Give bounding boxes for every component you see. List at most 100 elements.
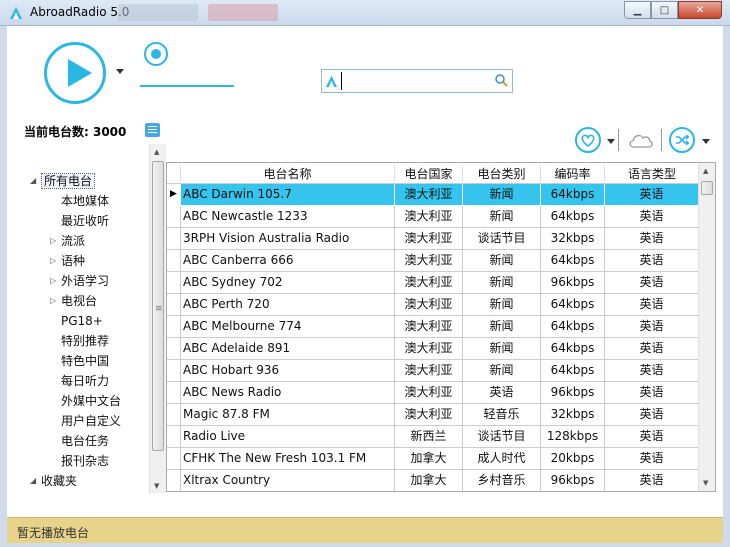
volume-slider[interactable]: [140, 85, 234, 87]
cell-station-name: ABC Newcastle 1233: [181, 206, 395, 228]
tree-item[interactable]: 特别推荐: [61, 332, 109, 352]
cell-country: 澳大利亚: [395, 382, 463, 404]
favorite-dropdown[interactable]: [607, 139, 615, 144]
tree-item[interactable]: ◢ 收藏夹: [30, 472, 77, 492]
table-row[interactable]: Magic 87.8 FM 澳大利亚 轻音乐 32kbps 英语: [167, 404, 699, 426]
tree-item[interactable]: 本地媒体: [61, 192, 109, 212]
expander-icon[interactable]: ◢: [30, 172, 36, 190]
cell-category: 成人时代: [463, 448, 541, 470]
tree-item[interactable]: 外媒中文台: [61, 392, 121, 412]
cell-bitrate: 96kbps: [541, 382, 605, 404]
row-indicator: [167, 404, 181, 426]
tree-item[interactable]: ▷ 流派: [50, 232, 85, 252]
list-view-icon[interactable]: [145, 123, 160, 137]
tree-item[interactable]: 电台任务: [61, 432, 109, 452]
table-row[interactable]: ABC Perth 720 澳大利亚 新闻 64kbps 英语: [167, 294, 699, 316]
column-header-category[interactable]: 电台类别: [463, 165, 541, 182]
cell-language: 英语: [605, 206, 699, 228]
table-scrollbar[interactable]: ▲ ▼: [698, 163, 715, 491]
tree-item[interactable]: ▷ 语种: [50, 252, 85, 272]
heart-icon: [581, 134, 595, 147]
cell-bitrate: 64kbps: [541, 184, 605, 206]
cell-language: 英语: [605, 448, 699, 470]
tree-item-label: 每日听力: [61, 374, 110, 388]
tree-item[interactable]: 每日听力: [61, 372, 109, 392]
tree-item[interactable]: PG18+: [61, 312, 103, 332]
tree-item-label: 外语学习: [61, 274, 110, 288]
expander-icon[interactable]: ◢: [30, 472, 36, 490]
scrollbar-thumb[interactable]: [701, 181, 713, 195]
search-box[interactable]: [321, 69, 513, 93]
tree-item-label: 电视台: [61, 294, 98, 308]
tree-item[interactable]: ▷ 外语学习: [50, 272, 110, 292]
cell-station-name: ABC Sydney 702: [181, 272, 395, 294]
cell-category: 新闻: [463, 316, 541, 338]
tree-scrollbar[interactable]: ▲ ≡ ▼: [149, 144, 166, 493]
column-header-language[interactable]: 语言类型: [605, 165, 699, 182]
scroll-up-icon[interactable]: ▲: [703, 167, 708, 175]
cell-language: 英语: [605, 294, 699, 316]
tree-item[interactable]: ▷ 电视台: [50, 292, 98, 312]
shuffle-button[interactable]: [669, 127, 695, 153]
column-header-country[interactable]: 电台国家: [395, 165, 463, 182]
play-options-dropdown[interactable]: [116, 69, 124, 74]
expander-icon[interactable]: ▷: [50, 252, 56, 270]
table-row[interactable]: ABC Canberra 666 澳大利亚 新闻 64kbps 英语: [167, 250, 699, 272]
cell-bitrate: 64kbps: [541, 360, 605, 382]
table-row[interactable]: ABC Sydney 702 澳大利亚 新闻 96kbps 英语: [167, 272, 699, 294]
table-row[interactable]: ABC Hobart 936 澳大利亚 新闻 64kbps 英语: [167, 360, 699, 382]
close-icon: ✕: [695, 4, 705, 16]
maximize-button[interactable]: □: [651, 1, 678, 19]
play-button[interactable]: [44, 42, 106, 104]
toolbar-divider: [661, 129, 662, 151]
table-row[interactable]: ABC Melbourne 774 澳大利亚 新闻 64kbps 英语: [167, 316, 699, 338]
tree-item[interactable]: 用户自定义: [61, 412, 121, 432]
app-logo-icon: [10, 7, 22, 19]
tree-item-label: PG18+: [61, 314, 103, 328]
record-button[interactable]: [144, 42, 168, 66]
cell-bitrate: 32kbps: [541, 228, 605, 250]
search-input[interactable]: [341, 72, 491, 90]
shuffle-dropdown[interactable]: [702, 139, 710, 144]
tree-item[interactable]: 报刊杂志: [61, 452, 109, 472]
table-row[interactable]: ABC Newcastle 1233 澳大利亚 新闻 64kbps 英语: [167, 206, 699, 228]
search-icon[interactable]: [494, 73, 509, 88]
tree-item[interactable]: 相目录: [61, 492, 97, 493]
tree-item[interactable]: 特色中国: [61, 352, 109, 372]
scroll-down-icon[interactable]: ▼: [703, 479, 708, 487]
row-indicator: [167, 206, 181, 228]
table-row[interactable]: ▶ ABC Darwin 105.7 澳大利亚 新闻 64kbps 英语: [167, 184, 699, 206]
tree-item[interactable]: ◢ 所有电台: [30, 172, 96, 192]
tree-item[interactable]: 最近收听: [61, 212, 109, 232]
favorite-button[interactable]: [575, 127, 601, 153]
table-row[interactable]: ABC News Radio 澳大利亚 英语 96kbps 英语: [167, 382, 699, 404]
station-count: 当前电台数: 3000: [24, 125, 127, 139]
scroll-down-icon[interactable]: ▼: [154, 482, 159, 490]
row-indicator: [167, 294, 181, 316]
cell-category: 新闻: [463, 360, 541, 382]
cell-language: 英语: [605, 316, 699, 338]
cell-country: 澳大利亚: [395, 272, 463, 294]
minimize-button[interactable]: ▁: [624, 1, 651, 19]
tree-item-label: 所有电台: [41, 173, 96, 189]
table-row[interactable]: 3RPH Vision Australia Radio 澳大利亚 谈话节目 32kbp…: [167, 228, 699, 250]
tree-item-label: 最近收听: [61, 214, 110, 228]
expander-icon[interactable]: ▷: [50, 292, 56, 310]
expander-icon[interactable]: ▷: [50, 232, 56, 250]
expander-icon[interactable]: ▷: [50, 272, 56, 290]
cloud-icon[interactable]: [627, 130, 655, 150]
table-row[interactable]: Xltrax Country 加拿大 乡村音乐 96kbps 英语: [167, 470, 699, 491]
row-indicator: [167, 316, 181, 338]
table-row[interactable]: CFHK The New Fresh 103.1 FM 加拿大 成人时代 20kbps…: [167, 448, 699, 470]
column-header-bitrate[interactable]: 编码率: [541, 165, 605, 182]
table-row[interactable]: Radio Live 新西兰 谈话节目 128kbps 英语: [167, 426, 699, 448]
title-bar[interactable]: AbroadRadio 5.0 ▁ □ ✕: [0, 0, 730, 26]
table-row[interactable]: ABC Adelaide 891 澳大利亚 新闻 64kbps 英语: [167, 338, 699, 360]
column-header-name[interactable]: 电台名称: [181, 165, 395, 182]
cell-country: 澳大利亚: [395, 184, 463, 206]
cell-category: 新闻: [463, 184, 541, 206]
tree-item-label: 特别推荐: [61, 334, 110, 348]
close-button[interactable]: ✕: [678, 1, 722, 19]
minimize-icon: ▁: [633, 4, 642, 16]
scroll-up-icon[interactable]: ▲: [154, 148, 159, 156]
